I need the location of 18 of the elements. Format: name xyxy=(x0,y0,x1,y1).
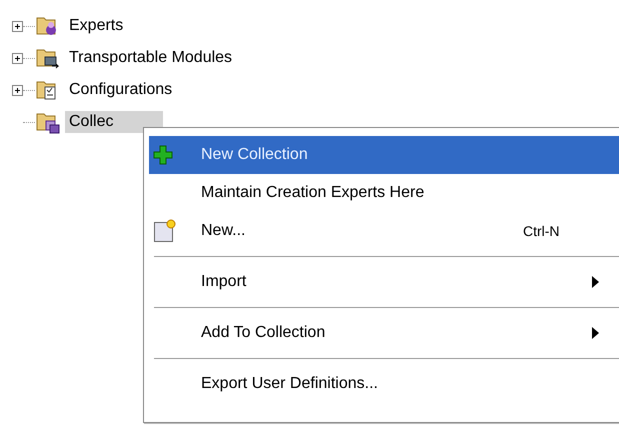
menu-item[interactable]: Add To Collection xyxy=(149,314,619,352)
shortcut-text: Ctrl-N xyxy=(523,223,560,239)
tree-item[interactable]: Configurations xyxy=(65,79,176,101)
menu-item[interactable]: Import xyxy=(149,263,619,301)
tree-item[interactable]: Transportable Modules xyxy=(65,47,236,69)
tree-item[interactable]: Experts xyxy=(65,15,128,37)
new-document-icon xyxy=(153,219,177,243)
menu-item[interactable]: Maintain Creation Experts Here xyxy=(149,174,619,212)
plus-icon xyxy=(153,145,173,165)
submenu-arrow-icon xyxy=(592,327,599,339)
expand-icon[interactable] xyxy=(12,52,23,64)
menu-item[interactable]: Export User Definitions... xyxy=(149,365,619,403)
expand-icon[interactable] xyxy=(12,84,23,96)
menu-item[interactable]: New... Ctrl-N xyxy=(149,212,619,250)
menu-item[interactable]: New Collection xyxy=(149,136,619,174)
expand-icon[interactable] xyxy=(12,20,23,32)
submenu-arrow-icon xyxy=(592,276,599,288)
tree-item[interactable]: Collec xyxy=(65,111,164,133)
